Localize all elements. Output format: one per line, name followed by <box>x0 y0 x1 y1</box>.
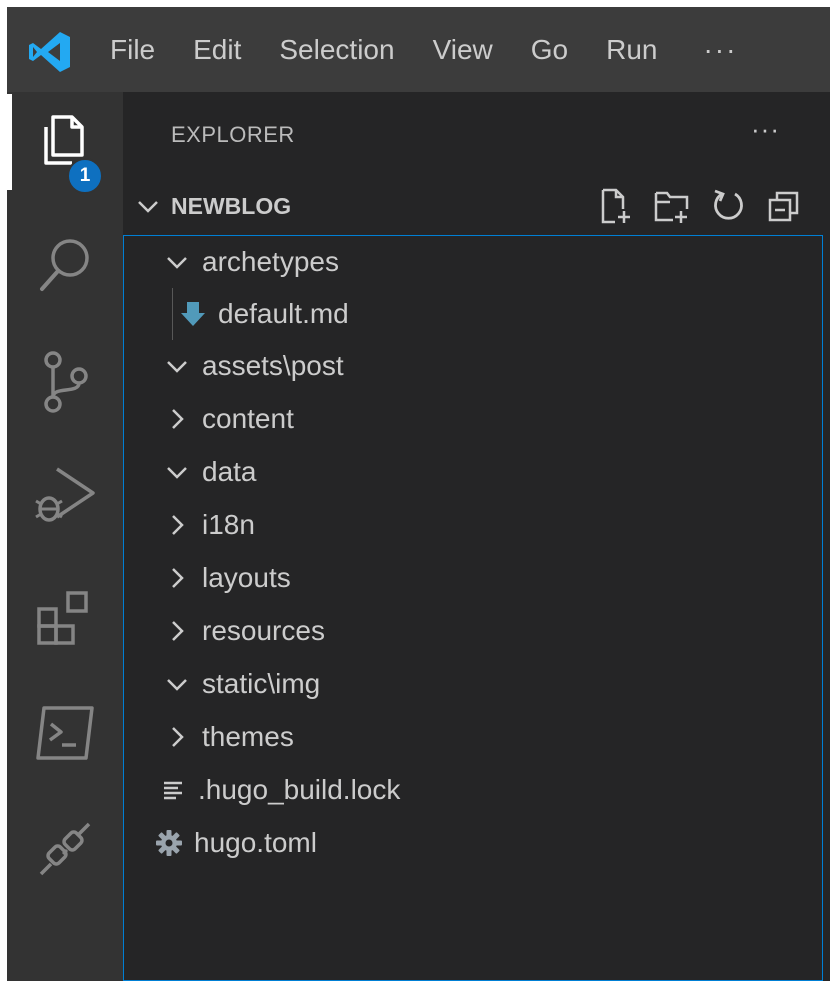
remote-icon <box>39 822 91 876</box>
new-folder-icon[interactable] <box>653 187 691 225</box>
tree-file-hugo-build-lock[interactable]: .hugo_build.lock <box>124 764 822 816</box>
tree-folder-content[interactable]: content <box>124 393 822 445</box>
tree-item-label: resources <box>202 615 325 646</box>
tree-file-default-md[interactable]: default.md <box>124 288 822 340</box>
menu-view[interactable]: View <box>433 34 493 66</box>
workspace-title: NEWBLOG <box>171 192 292 219</box>
explorer-title: EXPLORER <box>171 122 295 147</box>
tree-item-label: layouts <box>202 562 291 593</box>
gear-icon <box>156 830 182 856</box>
explorer-more-button[interactable]: ··· <box>751 114 780 145</box>
text-file-icon <box>164 781 182 800</box>
tree-file-hugo-toml[interactable]: hugo.toml <box>124 817 822 869</box>
tree-item-label: default.md <box>218 298 349 329</box>
explorer-sidebar: EXPLORER ··· NEWBLOG archetypes default.… <box>123 92 830 981</box>
chevron-down-icon <box>167 257 187 269</box>
menu-run[interactable]: Run <box>606 34 657 66</box>
activity-search[interactable] <box>7 216 123 312</box>
collapse-all-icon[interactable] <box>765 187 803 225</box>
tree-folder-archetypes[interactable]: archetypes <box>124 236 822 288</box>
terminal-icon <box>36 706 94 760</box>
activity-source-control[interactable] <box>7 334 123 430</box>
chevron-right-icon <box>172 515 184 535</box>
tree-item-label: assets\post <box>202 350 344 381</box>
tree-item-label: hugo.toml <box>194 827 317 858</box>
tree-folder-assets-post[interactable]: assets\post <box>124 340 822 392</box>
activity-bar: 1 <box>7 92 123 981</box>
tree-folder-data[interactable]: data <box>124 446 822 498</box>
tree-folder-i18n[interactable]: i18n <box>124 499 822 551</box>
search-icon <box>40 239 89 291</box>
tree-item-label: static\img <box>202 668 321 699</box>
vscode-window: File Edit Selection View Go Run ··· 1 EX… <box>7 7 830 981</box>
menu-more-button[interactable]: ··· <box>703 34 737 66</box>
section-actions <box>597 187 803 225</box>
file-tree: archetypes default.md assets\post conten… <box>123 235 823 981</box>
refresh-icon[interactable] <box>709 187 747 225</box>
chevron-right-icon <box>172 568 184 588</box>
chevron-right-icon <box>172 409 184 429</box>
chevron-right-icon <box>172 621 184 641</box>
run-debug-icon <box>35 467 95 522</box>
menu-selection[interactable]: Selection <box>279 34 394 66</box>
tree-folder-static-img[interactable]: static\img <box>124 658 822 710</box>
extensions-icon <box>37 591 88 645</box>
activity-remote[interactable] <box>7 802 123 898</box>
tree-item-label: data <box>202 456 257 487</box>
new-file-icon[interactable] <box>597 187 635 225</box>
markdown-icon <box>181 302 205 326</box>
tree-folder-resources[interactable]: resources <box>124 605 822 657</box>
menu-bar: File Edit Selection View Go Run ··· <box>110 7 775 92</box>
menu-go[interactable]: Go <box>531 34 568 66</box>
tree-item-label: archetypes <box>202 246 339 277</box>
tree-item-label: themes <box>202 721 294 752</box>
source-control-icon <box>44 351 88 413</box>
chevron-down-icon <box>167 361 187 373</box>
activity-run-debug[interactable] <box>7 447 123 543</box>
tree-item-label: i18n <box>202 509 255 540</box>
tree-folder-layouts[interactable]: layouts <box>124 552 822 604</box>
title-bar: File Edit Selection View Go Run ··· <box>7 7 830 92</box>
explorer-badge: 1 <box>67 158 103 194</box>
chevron-right-icon <box>172 727 184 747</box>
activity-extensions[interactable] <box>7 571 123 667</box>
activity-explorer[interactable]: 1 <box>7 94 123 194</box>
vscode-logo-icon <box>29 32 70 72</box>
activity-terminal[interactable] <box>7 685 123 781</box>
menu-file[interactable]: File <box>110 34 155 66</box>
chevron-down-icon <box>167 467 187 479</box>
tree-item-label: .hugo_build.lock <box>198 774 401 805</box>
chevron-down-icon <box>138 201 158 213</box>
menu-edit[interactable]: Edit <box>193 34 241 66</box>
tree-folder-themes[interactable]: themes <box>124 711 822 763</box>
chevron-down-icon <box>167 679 187 691</box>
tree-item-label: content <box>202 403 294 434</box>
